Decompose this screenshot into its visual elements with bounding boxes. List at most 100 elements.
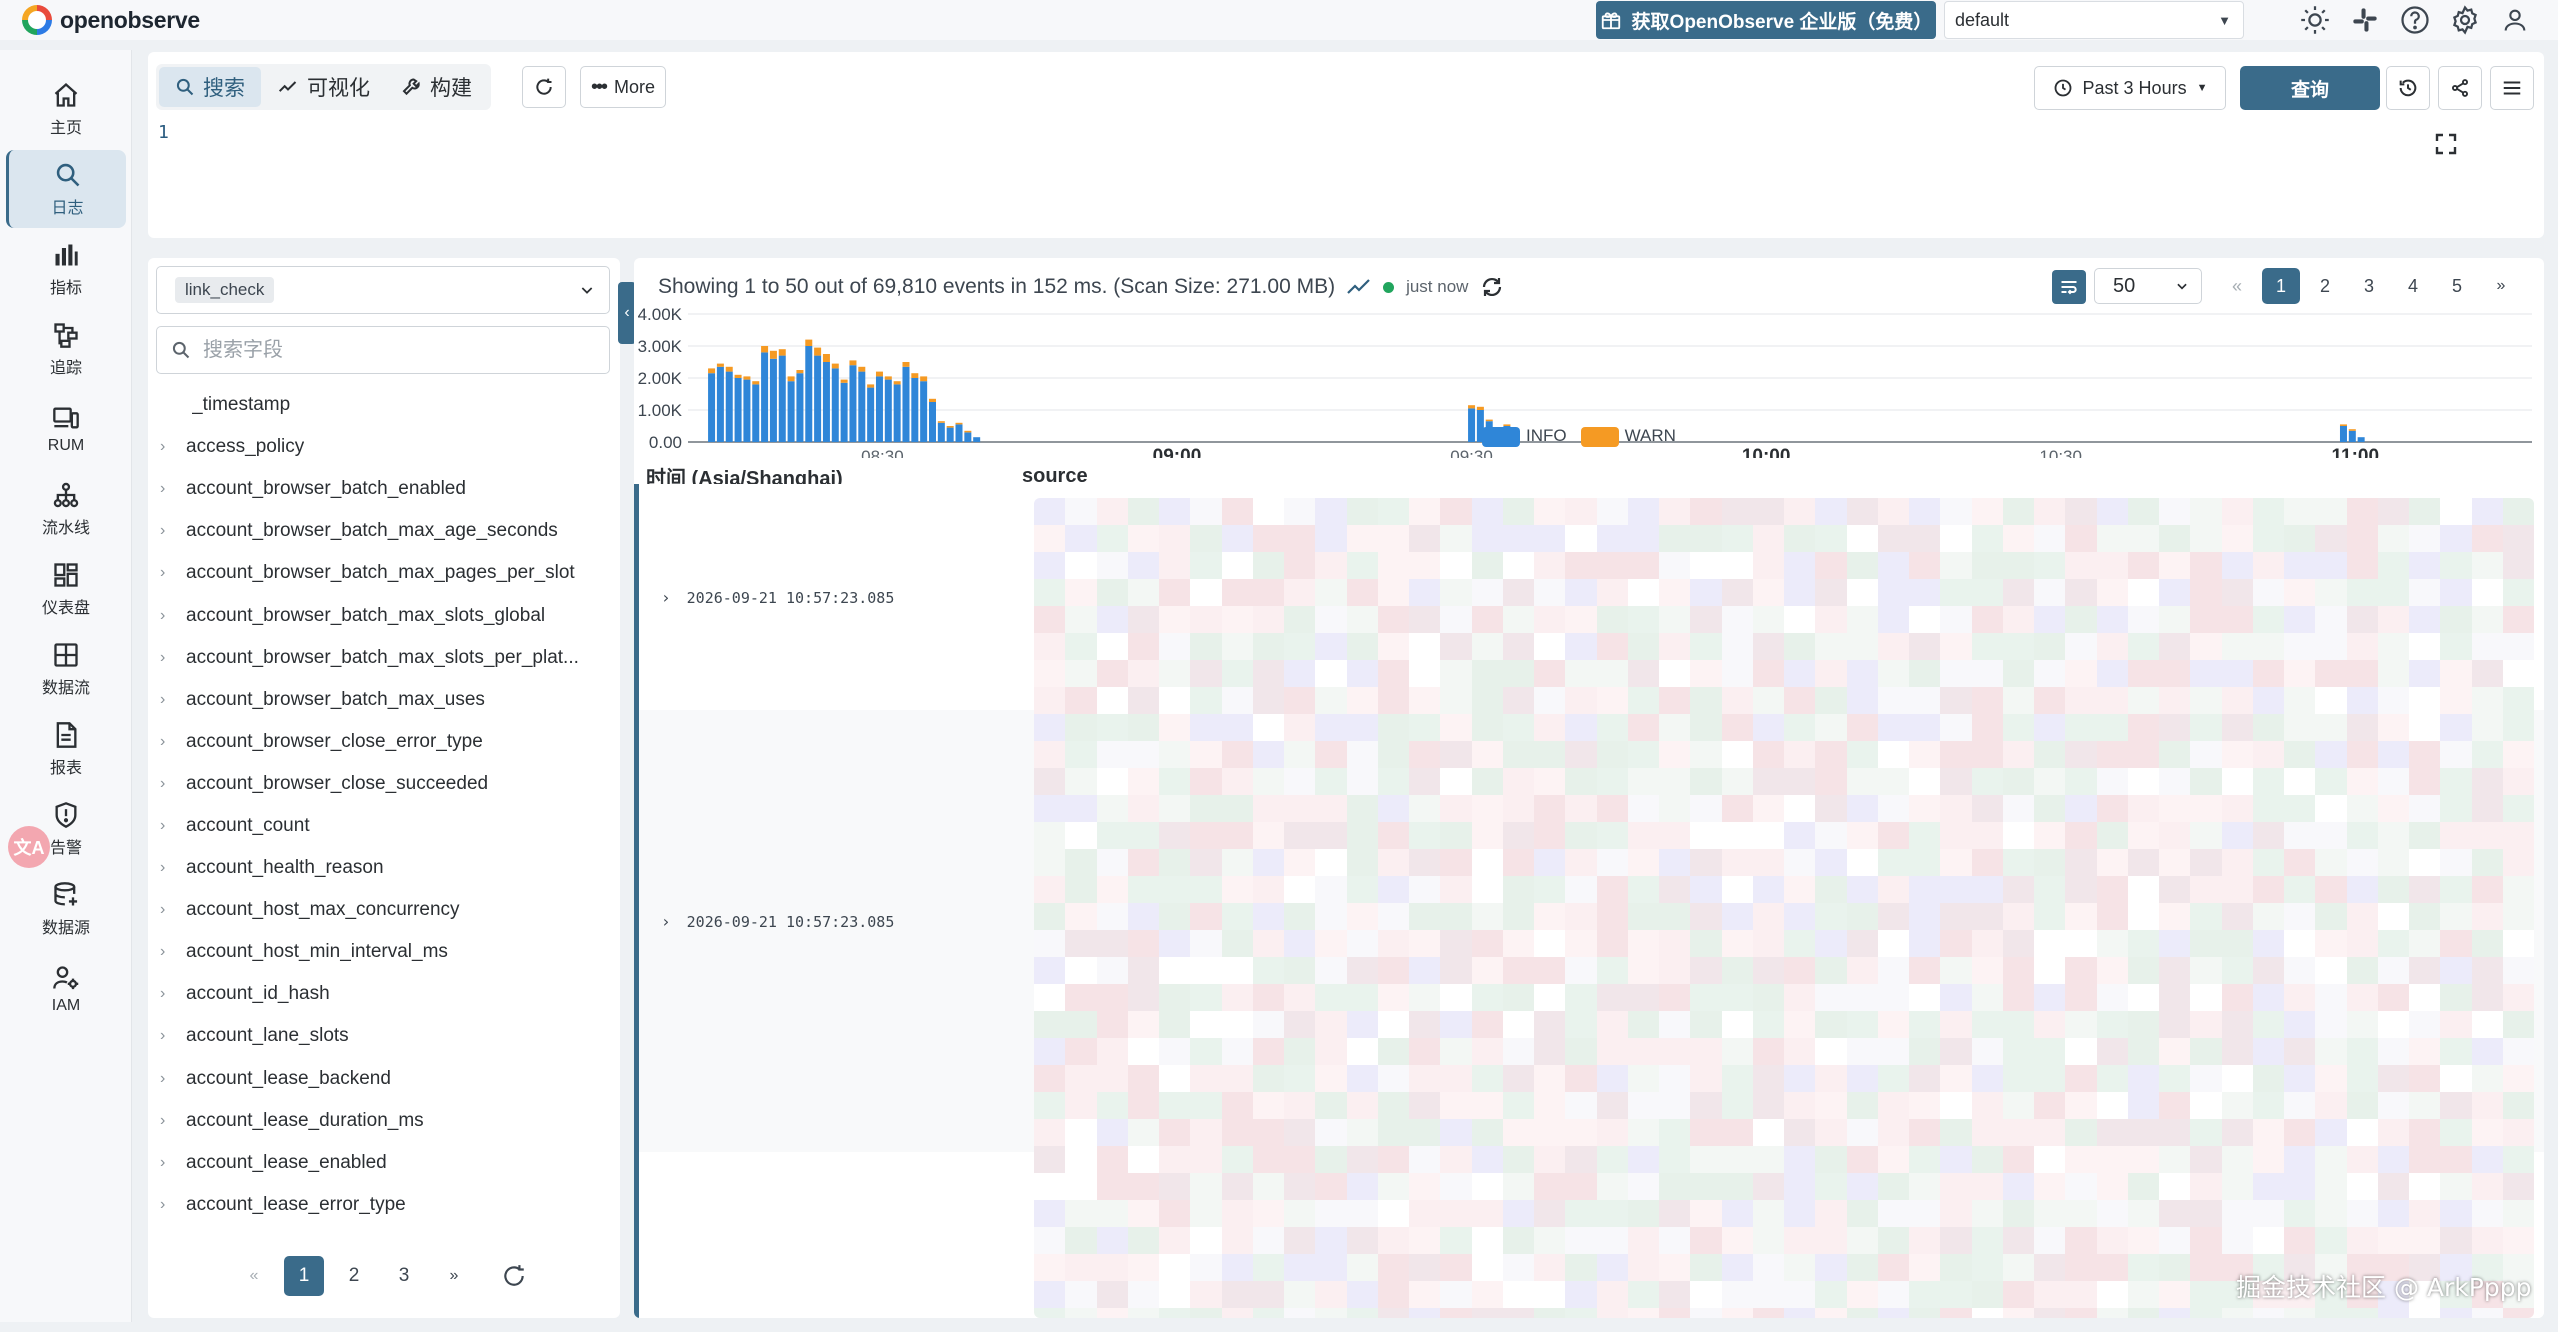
nav-item-iam[interactable]: IAM xyxy=(6,950,126,1028)
field-item[interactable]: › account_browser_batch_max_uses xyxy=(148,679,620,721)
field-item[interactable]: › account_id_hash xyxy=(148,973,620,1015)
nav-item-pipelines[interactable]: 流水线 xyxy=(6,470,126,548)
wrap-content-button[interactable] xyxy=(2052,270,2086,304)
first-page-button[interactable]: « xyxy=(234,1256,274,1296)
mosaic-cell xyxy=(1909,741,1941,768)
page-button-2[interactable]: 2 xyxy=(334,1256,374,1296)
mosaic-cell xyxy=(1284,579,1316,606)
mosaic-cell xyxy=(1877,930,1909,957)
field-item[interactable]: › account_lease_error_type xyxy=(148,1184,620,1226)
time-range-picker[interactable]: Past 3 Hours ▼ xyxy=(2034,66,2226,110)
theme-icon[interactable] xyxy=(2296,2,2334,38)
mosaic-cell xyxy=(2284,498,2316,525)
chevron-right-icon[interactable]: › xyxy=(661,912,671,931)
field-item[interactable]: › account_browser_close_error_type xyxy=(148,721,620,763)
mosaic-cell xyxy=(2315,1227,2347,1254)
page-button-1[interactable]: 1 xyxy=(284,1256,324,1296)
mosaic-cell xyxy=(2502,768,2534,795)
mosaic-cell xyxy=(1065,1227,1097,1254)
mosaic-cell xyxy=(2190,1254,2222,1281)
nav-item-datasources[interactable]: 数据源 xyxy=(6,870,126,948)
chevron-right-icon[interactable]: › xyxy=(661,588,671,607)
mosaic-cell xyxy=(1627,1092,1659,1119)
field-item[interactable]: › account_browser_batch_max_slots_global xyxy=(148,594,620,636)
user-icon[interactable] xyxy=(2496,2,2534,38)
field-item[interactable]: › account_browser_batch_max_age_seconds xyxy=(148,510,620,552)
field-item[interactable]: › account_browser_close_succeeded xyxy=(148,763,620,805)
nav-item-streams[interactable]: 数据流 xyxy=(6,630,126,708)
nav-item-rum[interactable]: RUM xyxy=(6,390,126,468)
mosaic-cell xyxy=(1846,768,1878,795)
bar-info xyxy=(840,382,848,442)
field-item[interactable]: › account_host_max_concurrency xyxy=(148,889,620,931)
first-page-button[interactable]: « xyxy=(2218,268,2256,304)
mosaic-cell xyxy=(1815,1173,1847,1200)
tab-visualize[interactable]: 可视化 xyxy=(261,67,386,107)
field-item[interactable]: › account_browser_batch_max_slots_per_pla… xyxy=(148,637,620,679)
tab-search[interactable]: 搜索 xyxy=(159,67,261,107)
stream-select[interactable]: link_check xyxy=(156,266,610,314)
field-search-input[interactable] xyxy=(203,338,583,362)
field-item[interactable]: › access_policy xyxy=(148,426,620,468)
run-query-button[interactable]: 查询 xyxy=(2240,66,2380,110)
mosaic-cell xyxy=(1252,957,1284,984)
field-item[interactable]: › account_health_reason xyxy=(148,847,620,889)
reset-button[interactable] xyxy=(522,66,566,108)
menu-button[interactable] xyxy=(2490,66,2534,110)
last-page-button[interactable]: » xyxy=(434,1256,474,1296)
mosaic-cell xyxy=(1252,1254,1284,1281)
org-select[interactable]: default ▼ xyxy=(1944,1,2244,39)
page-button-5[interactable]: 5 xyxy=(2438,268,2476,304)
nav-item-home[interactable]: 主页 xyxy=(6,70,126,148)
page-button-1[interactable]: 1 xyxy=(2262,268,2300,304)
refresh-icon[interactable] xyxy=(1480,275,1504,299)
field-item[interactable]: _timestamp xyxy=(148,384,620,426)
legend-item-warn[interactable]: WARN xyxy=(1580,426,1676,447)
share-button[interactable] xyxy=(2438,66,2482,110)
auto-refresh-button[interactable] xyxy=(2386,66,2430,110)
help-icon[interactable] xyxy=(2396,2,2434,38)
field-item[interactable]: › account_lease_backend xyxy=(148,1058,620,1100)
mosaic-cell xyxy=(1971,957,2003,984)
field-item[interactable]: › account_count xyxy=(148,805,620,847)
translate-badge[interactable]: 文A xyxy=(8,826,50,868)
field-item[interactable]: › account_browser_batch_enabled xyxy=(148,468,620,510)
field-item[interactable]: › account_lane_slots xyxy=(148,1015,620,1057)
field-item[interactable]: › account_lease_enabled xyxy=(148,1142,620,1184)
settings-icon[interactable] xyxy=(2446,2,2484,38)
nav-item-traces[interactable]: 追踪 xyxy=(6,310,126,388)
page-button-2[interactable]: 2 xyxy=(2306,268,2344,304)
nav-item-logs[interactable]: 日志 xyxy=(6,150,126,228)
reset-fields-button[interactable] xyxy=(494,1256,534,1296)
last-page-button[interactable]: » xyxy=(2482,268,2520,304)
mosaic-cell xyxy=(1284,903,1316,930)
mosaic-cell xyxy=(1846,1146,1878,1173)
mosaic-cell xyxy=(1252,1200,1284,1227)
row-time[interactable]: › 2026-09-21 10:57:23.085 xyxy=(661,912,894,931)
legend-item-info[interactable]: INFO xyxy=(1482,426,1567,447)
field-item[interactable]: › account_browser_batch_max_pages_per_slo… xyxy=(148,552,620,594)
fullscreen-icon[interactable] xyxy=(2434,132,2458,156)
more-button[interactable]: ••• More xyxy=(580,66,666,108)
row-time[interactable]: › 2026-09-21 10:57:23.085 xyxy=(661,588,894,607)
bar-warn xyxy=(884,376,892,380)
tab-build[interactable]: 构建 xyxy=(386,67,488,107)
nav-item-reports[interactable]: 报表 xyxy=(6,710,126,788)
mosaic-cell xyxy=(2065,687,2097,714)
get-enterprise-button[interactable]: 获取OpenObserve 企业版（免费） xyxy=(1596,1,1936,39)
field-item[interactable]: › account_host_min_interval_ms xyxy=(148,931,620,973)
nav-item-dashboards[interactable]: 仪表盘 xyxy=(6,550,126,628)
trend-icon[interactable] xyxy=(1347,278,1371,296)
mosaic-cell xyxy=(1815,660,1847,687)
mosaic-cell xyxy=(1502,1200,1534,1227)
page-button-4[interactable]: 4 xyxy=(2394,268,2432,304)
query-editor[interactable]: 1 xyxy=(158,122,2534,230)
nav-item-metrics[interactable]: 指标 xyxy=(6,230,126,308)
mosaic-cell xyxy=(1971,1227,2003,1254)
app-logo[interactable]: openobserve xyxy=(22,4,200,36)
slack-icon[interactable] xyxy=(2346,2,2384,38)
page-button-3[interactable]: 3 xyxy=(384,1256,424,1296)
per-page-select[interactable]: 50 xyxy=(2094,268,2202,304)
page-button-3[interactable]: 3 xyxy=(2350,268,2388,304)
field-item[interactable]: › account_lease_duration_ms xyxy=(148,1100,620,1142)
